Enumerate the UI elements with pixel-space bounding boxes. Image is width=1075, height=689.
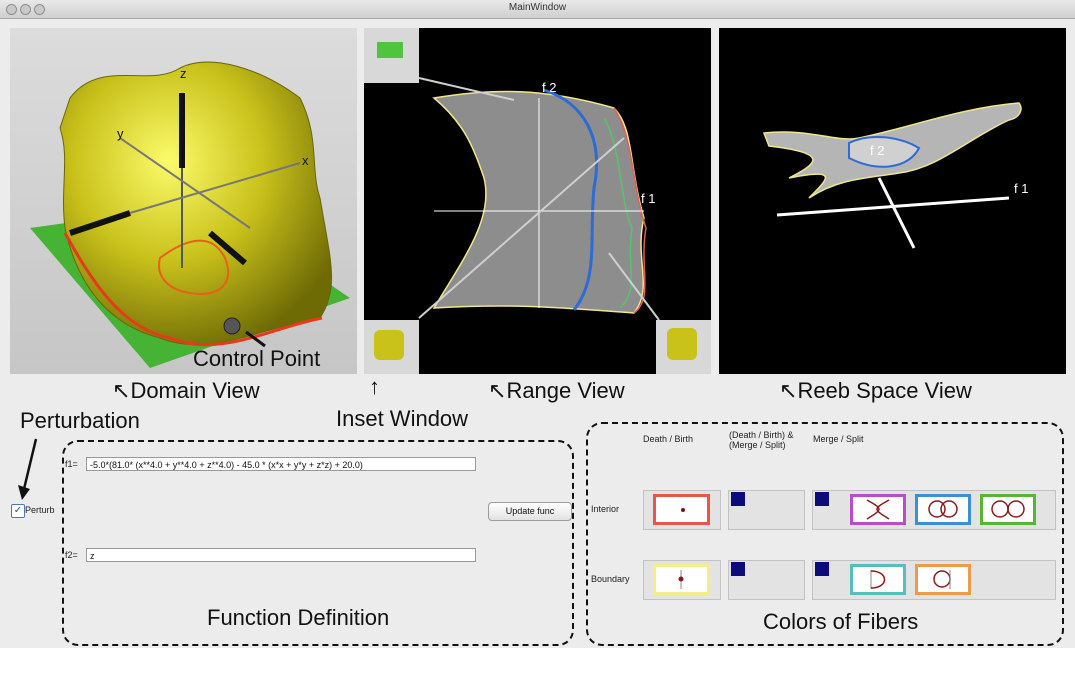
marker-interior-merge-split xyxy=(815,492,829,506)
swatch-boundary-merge-2[interactable] xyxy=(915,564,971,595)
reeb-view-caption: ↖Reeb Space View xyxy=(779,378,972,404)
inset-arrow-icon: ↑ xyxy=(369,374,380,399)
swatch-interior-merge-1[interactable] xyxy=(850,494,906,525)
boundary-point-fiber-icon xyxy=(678,570,684,589)
f1-label: f1= xyxy=(65,459,78,469)
perturb-checkbox[interactable]: ✓ xyxy=(11,504,25,518)
reeb-f2-label: f 2 xyxy=(870,143,885,158)
swatch-boundary-merge-1[interactable] xyxy=(850,564,906,595)
f2-input[interactable]: z xyxy=(86,548,476,562)
reeb-f1-label: f 1 xyxy=(1014,181,1029,196)
double-circle-fiber-icon xyxy=(928,500,958,518)
arrow-icon: ↖ xyxy=(779,378,798,403)
range-view[interactable]: f 2 f 1 xyxy=(364,28,711,374)
reeb-space-render xyxy=(762,102,1022,249)
swatch-interior-merge-2[interactable] xyxy=(915,494,971,525)
header-merge-split: Merge / Split xyxy=(813,434,864,444)
range-view-caption: ↖Range View xyxy=(488,378,625,404)
domain-surface xyxy=(59,61,333,346)
row-interior-label: Interior xyxy=(591,504,620,514)
control-point-label: Control Point xyxy=(193,346,321,371)
x-axis-label: x xyxy=(302,153,309,168)
inset-surface-icon xyxy=(374,330,404,360)
perturb-checkbox-label: Perturb xyxy=(25,505,55,515)
half-loop-fiber-icon xyxy=(870,570,886,589)
main-window: MainWindow z y x Control Point f 2 f 1 f… xyxy=(0,0,1075,648)
reeb-f2-axis xyxy=(877,177,916,249)
colors-of-fibers-caption: Colors of Fibers xyxy=(763,609,919,634)
inset-window-caption: Inset Window xyxy=(336,406,469,431)
marker-boundary-mixed xyxy=(731,562,745,576)
range-f2-label: f 2 xyxy=(542,80,557,95)
range-view-caption-text: Range View xyxy=(506,378,625,403)
boundary-circle-fiber-icon xyxy=(933,570,951,589)
y-axis-label: y xyxy=(117,126,124,141)
marker-boundary-merge-split xyxy=(815,562,829,576)
reeb-view-caption-text: Reeb Space View xyxy=(797,378,972,403)
arrow-icon: ↖ xyxy=(488,378,507,403)
marker-interior-mixed xyxy=(731,492,745,506)
window-title: MainWindow xyxy=(508,2,567,13)
perturbation-annotation: Perturbation xyxy=(20,408,140,433)
arrow-icon: ↖ xyxy=(112,378,131,403)
domain-view-caption-text: Domain View xyxy=(130,378,260,403)
range-projection-render xyxy=(364,28,711,374)
swatch-boundary-death-birth[interactable] xyxy=(653,564,710,595)
domain-view[interactable]: z y x Control Point xyxy=(10,28,357,374)
domain-view-caption: ↖Domain View xyxy=(112,378,260,404)
function-definition-caption: Function Definition xyxy=(207,605,390,630)
reeb-space-view[interactable]: f 2 f 1 xyxy=(719,28,1066,374)
title-bar: MainWindow xyxy=(0,0,1075,19)
touching-circles-fiber-icon xyxy=(991,500,1025,518)
range-f1-label: f 1 xyxy=(641,191,656,206)
f1-input[interactable]: -5.0*(81.0* (x**4.0 + y**4.0 + z**4.0) -… xyxy=(86,457,476,471)
z-axis-label: z xyxy=(180,66,187,81)
perturbation-arrow-icon xyxy=(18,438,38,500)
header-death-birth-merge-split: (Death / Birth) & (Merge / Split) xyxy=(729,430,794,450)
fiber-point-icon xyxy=(681,508,685,512)
inset-surface-icon-right xyxy=(667,328,697,360)
bowtie-fiber-icon xyxy=(866,499,890,520)
header-death-birth: Death / Birth xyxy=(643,434,694,444)
row-boundary-label: Boundary xyxy=(591,574,630,584)
control-point[interactable] xyxy=(223,317,241,335)
swatch-interior-death-birth[interactable] xyxy=(653,494,710,525)
swatch-interior-merge-3[interactable] xyxy=(980,494,1036,525)
update-func-button[interactable]: Update func xyxy=(488,502,572,521)
inset-plane-icon xyxy=(377,42,403,58)
f2-label: f2= xyxy=(65,550,78,560)
